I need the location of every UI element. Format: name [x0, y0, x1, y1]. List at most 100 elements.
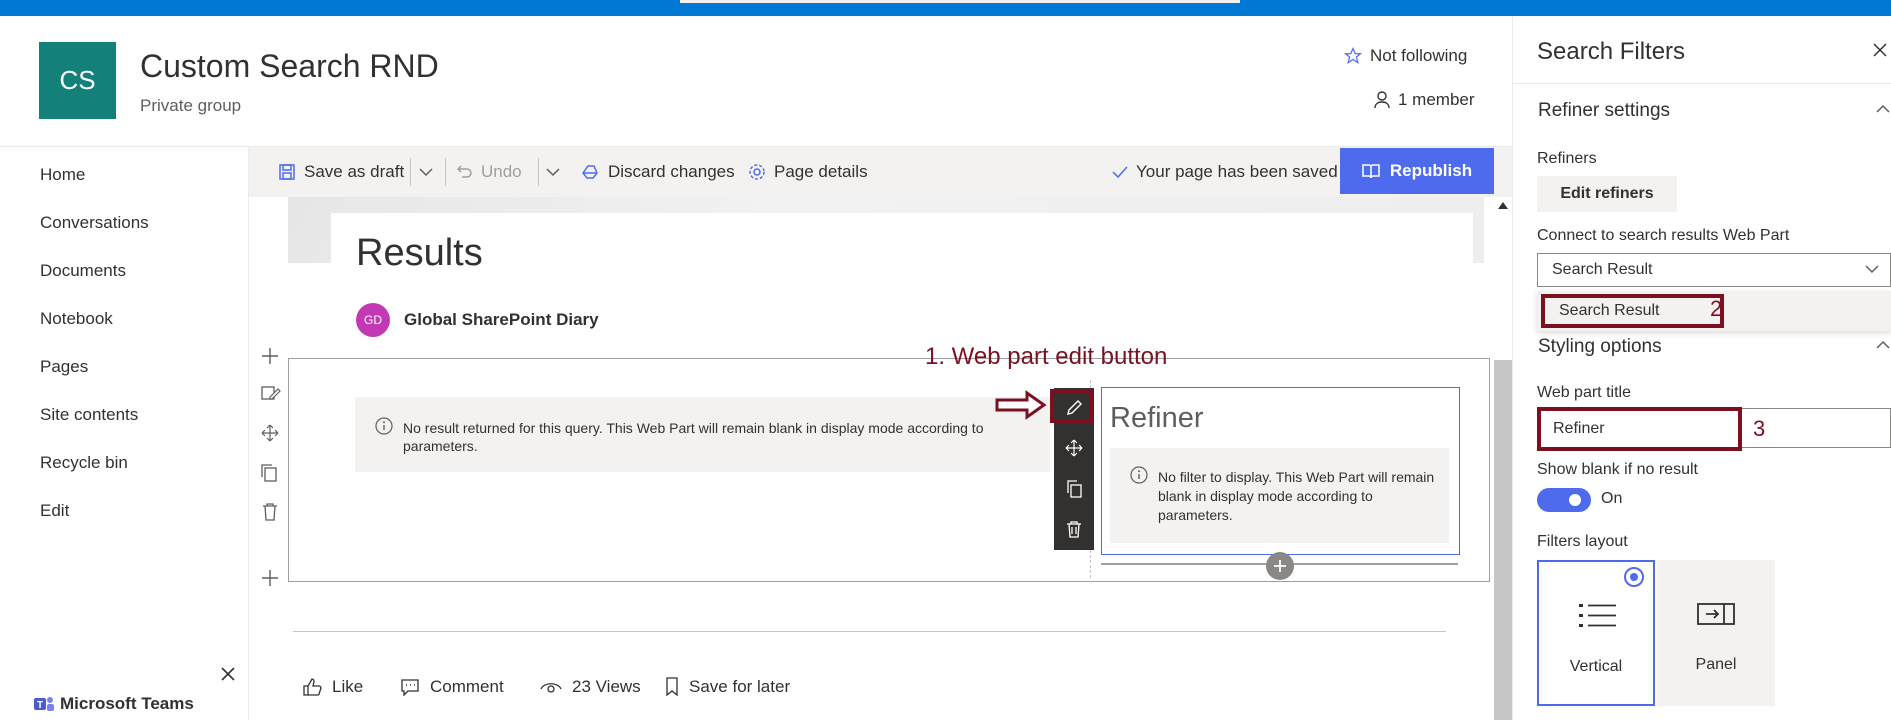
- no-results-message: No result returned for this query. This …: [403, 420, 984, 454]
- plus-icon: [1273, 559, 1287, 573]
- save-options-dropdown[interactable]: [418, 158, 434, 186]
- refiner-settings-header[interactable]: Refiner settings: [1538, 100, 1670, 122]
- title-card: [331, 213, 1473, 353]
- connect-results-dropdown[interactable]: Search Result: [1537, 253, 1891, 287]
- page-details-button[interactable]: Page details: [748, 158, 868, 186]
- comment-button[interactable]: Comment: [400, 674, 504, 700]
- chevron-down-icon: [418, 164, 434, 180]
- refiners-label: Refiners: [1537, 150, 1597, 167]
- annotation-highlight-edit: [1050, 389, 1094, 423]
- save-for-later-label: Save for later: [689, 677, 791, 696]
- save-as-draft-button[interactable]: Save as draft: [278, 158, 404, 186]
- follow-label: Not following: [1370, 46, 1468, 65]
- show-blank-label: Show blank if no result: [1537, 461, 1698, 478]
- filters-layout-label: Filters layout: [1537, 533, 1628, 550]
- nav-item-notebook[interactable]: Notebook: [40, 309, 113, 329]
- separator: [445, 158, 446, 186]
- info-icon: [375, 417, 393, 435]
- delete-section-icon: [263, 503, 277, 521]
- chevron-up-icon[interactable]: [1876, 340, 1890, 350]
- republish-button[interactable]: Republish: [1340, 148, 1494, 194]
- delete-webpart-button[interactable]: [1054, 509, 1094, 549]
- scroll-up-icon[interactable]: [1497, 200, 1509, 210]
- views-count: 23 Views: [540, 674, 641, 700]
- duplicate-webpart-button[interactable]: [1054, 469, 1094, 509]
- save-status-label: Your page has been saved: [1136, 162, 1338, 181]
- star-icon: [1344, 47, 1362, 65]
- undo-label: Undo: [481, 162, 522, 181]
- teams-label: Microsoft Teams: [60, 694, 194, 713]
- avatar: GD: [356, 303, 390, 337]
- nav-item-pages[interactable]: Pages: [40, 357, 88, 377]
- comment-icon: [400, 678, 420, 696]
- like-button[interactable]: Like: [302, 674, 363, 700]
- undo-button[interactable]: Undo: [455, 158, 522, 186]
- book-icon: [1362, 163, 1380, 179]
- undo-options-dropdown[interactable]: [545, 158, 561, 186]
- comment-label: Comment: [430, 677, 504, 696]
- panel-title: Search Filters: [1537, 38, 1686, 65]
- close-icon[interactable]: [220, 666, 236, 682]
- webpart-title-value[interactable]: Refiner: [1537, 407, 1742, 451]
- save-status: Your page has been saved: [1112, 158, 1338, 186]
- info-icon: [1130, 466, 1148, 484]
- chevron-up-icon[interactable]: [1876, 104, 1890, 114]
- no-filter-message: No filter to display. This Web Part will…: [1158, 469, 1435, 523]
- page-title[interactable]: Results: [356, 232, 483, 275]
- save-as-draft-label: Save as draft: [304, 162, 405, 181]
- save-for-later-button[interactable]: Save for later: [665, 674, 790, 700]
- suite-bar-search-area: [680, 0, 1240, 3]
- follow-button[interactable]: Not following: [1344, 46, 1467, 66]
- panel-icon: [1696, 600, 1736, 630]
- discard-changes-button[interactable]: Discard changes: [580, 158, 735, 186]
- undo-icon: [455, 163, 473, 181]
- nav-item-home[interactable]: Home: [40, 165, 85, 185]
- list-icon: [1578, 602, 1618, 632]
- refiner-title: Refiner: [1110, 402, 1204, 434]
- bookmark-icon: [665, 677, 679, 697]
- add-webpart-button[interactable]: [1266, 552, 1294, 580]
- show-blank-toggle[interactable]: [1537, 488, 1591, 512]
- close-icon[interactable]: [1872, 42, 1888, 58]
- person-icon: [1374, 91, 1390, 109]
- page-details-label: Page details: [774, 162, 868, 181]
- scrollbar-thumb[interactable]: [1494, 360, 1512, 720]
- dropdown-option-search-result[interactable]: Search Result: [1541, 294, 1724, 328]
- discard-changes-label: Discard changes: [608, 162, 735, 181]
- copy-icon: [1065, 480, 1083, 498]
- move-section-icon: [261, 424, 279, 442]
- refiner-message-box: No filter to display. This Web Part will…: [1110, 448, 1449, 543]
- nav-item-documents[interactable]: Documents: [40, 261, 126, 281]
- edit-refiners-button[interactable]: Edit refiners: [1537, 176, 1677, 212]
- thumbs-up-icon: [302, 678, 322, 696]
- author-name: Global SharePoint Diary: [404, 310, 599, 329]
- gear-icon: [748, 163, 766, 181]
- separator: [410, 158, 411, 186]
- annotation-number-2: 2: [1710, 296, 1723, 321]
- layout-option-panel[interactable]: Panel: [1657, 560, 1775, 706]
- members-button[interactable]: 1 member: [1374, 90, 1475, 110]
- nav-item-conversations[interactable]: Conversations: [40, 213, 149, 233]
- move-webpart-button[interactable]: [1054, 428, 1094, 468]
- section-toolbar: [259, 347, 281, 587]
- chevron-down-icon[interactable]: [1864, 262, 1880, 276]
- separator: [538, 158, 539, 186]
- footer-divider: [293, 631, 1446, 632]
- site-title[interactable]: Custom Search RND: [140, 48, 439, 85]
- microsoft-teams-link[interactable]: T Microsoft Teams: [34, 694, 194, 714]
- teams-icon: T: [34, 695, 54, 713]
- site-logo: CS: [39, 42, 116, 119]
- nav-item-edit[interactable]: Edit: [40, 501, 69, 521]
- radio-dot: [1630, 573, 1638, 581]
- members-label: 1 member: [1398, 90, 1475, 109]
- nav-item-recycle-bin[interactable]: Recycle bin: [40, 453, 128, 473]
- search-results-webpart[interactable]: No result returned for this query. This …: [355, 397, 1050, 472]
- styling-options-header[interactable]: Styling options: [1538, 336, 1662, 358]
- add-section-icon: [262, 570, 278, 586]
- views-label: 23 Views: [572, 677, 641, 696]
- nav-item-site-contents[interactable]: Site contents: [40, 405, 138, 425]
- checkmark-icon: [1112, 165, 1128, 179]
- add-section-icon: [262, 348, 278, 364]
- toggle-knob[interactable]: [1569, 494, 1581, 506]
- annotation-label-1: 1. Web part edit button: [925, 343, 1168, 370]
